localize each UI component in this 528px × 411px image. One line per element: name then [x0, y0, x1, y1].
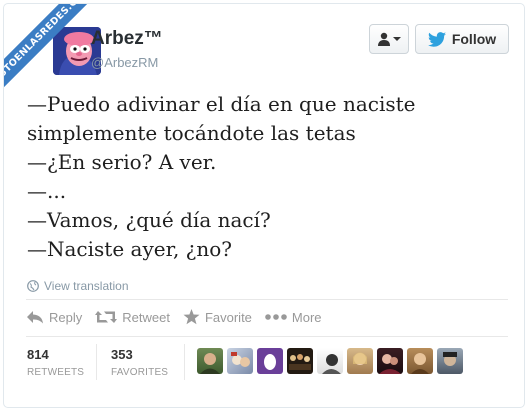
tweet-line: —Naciste ayer, ¿no?: [27, 237, 233, 261]
stats-divider: [184, 344, 185, 380]
watermark-text: VISTOENLASREDES.COM: [4, 4, 96, 96]
display-name[interactable]: Arbez™: [91, 28, 163, 50]
follow-label: Follow: [451, 31, 497, 47]
more-button[interactable]: More: [265, 310, 322, 325]
avatar-image: [443, 352, 457, 366]
tweet-text: —Puedo adivinar el día en que naciste si…: [27, 90, 517, 264]
divider: [26, 299, 508, 300]
favoriter-avatar[interactable]: [377, 348, 403, 374]
star-icon: [183, 309, 200, 325]
follow-button[interactable]: Follow: [415, 24, 509, 54]
tweet-line: —¿En serio? A ver.: [27, 150, 217, 174]
tweet-line: —Puedo adivinar el día en que naciste: [27, 92, 416, 116]
favorites-label: FAVORITES: [111, 367, 169, 378]
favoriter-avatar[interactable]: [257, 348, 283, 374]
favorite-label: Favorite: [204, 309, 252, 325]
favoriter-avatar[interactable]: [407, 348, 433, 374]
person-icon: [378, 32, 390, 46]
avatar-image: [231, 352, 250, 367]
favoriter-avatar[interactable]: [227, 348, 253, 374]
tweet-card: VISTOENLASREDES.COM Arbez™ @ArbezRM Foll…: [3, 3, 525, 408]
globe-icon: [27, 280, 39, 292]
tweet-line: simplemente tocándote las tetas: [27, 121, 356, 145]
avatar-image: [322, 354, 341, 374]
favoriter-avatar[interactable]: [317, 348, 343, 374]
favorites-count: 353: [111, 347, 133, 362]
view-translation-link[interactable]: View translation: [27, 279, 129, 293]
watermark-ribbon: VISTOENLASREDES.COM: [4, 4, 96, 96]
retweets-stat[interactable]: 814 RETWEETS: [27, 347, 98, 378]
stats-divider: [96, 344, 97, 380]
favorite-button[interactable]: Favorite: [183, 309, 252, 325]
avatar-image: [379, 354, 401, 374]
avatar-image: [289, 354, 311, 370]
retweet-label: Retweet: [122, 309, 170, 325]
egg-avatar-icon: [264, 354, 276, 370]
retweets-count: 814: [27, 347, 49, 362]
reply-button[interactable]: Reply: [27, 310, 82, 325]
avatar-image: [353, 352, 367, 365]
retweets-label: RETWEETS: [27, 367, 85, 378]
more-label: More: [291, 309, 322, 325]
more-dots-icon: [265, 314, 287, 320]
divider: [26, 336, 508, 337]
tweet-actions: Reply Retweet Favorite More: [27, 308, 335, 326]
retweet-icon: [95, 311, 118, 323]
favorites-stat[interactable]: 353 FAVORITES: [98, 347, 191, 378]
favoriters-avatars: [197, 348, 463, 374]
twitter-bird-icon: [427, 31, 446, 47]
user-actions-button[interactable]: [369, 24, 409, 54]
tweet-line: —Vamos, ¿qué día nací?: [27, 208, 271, 232]
favoriter-avatar[interactable]: [287, 348, 313, 374]
tweet-line: —...: [27, 179, 67, 203]
avatar-image: [411, 353, 429, 374]
favoriter-avatar[interactable]: [437, 348, 463, 374]
avatar-image: [200, 353, 220, 374]
retweet-button[interactable]: Retweet: [95, 310, 170, 325]
caret-down-icon: [393, 37, 401, 41]
favoriter-avatar[interactable]: [197, 348, 223, 374]
reply-label: Reply: [49, 309, 83, 325]
favoriter-avatar[interactable]: [347, 348, 373, 374]
user-handle[interactable]: @ArbezRM: [91, 55, 158, 70]
tweet-stats: 814 RETWEETS 353 FAVORITES: [27, 347, 191, 378]
reply-icon: [27, 310, 43, 323]
view-translation-label: View translation: [44, 279, 129, 293]
